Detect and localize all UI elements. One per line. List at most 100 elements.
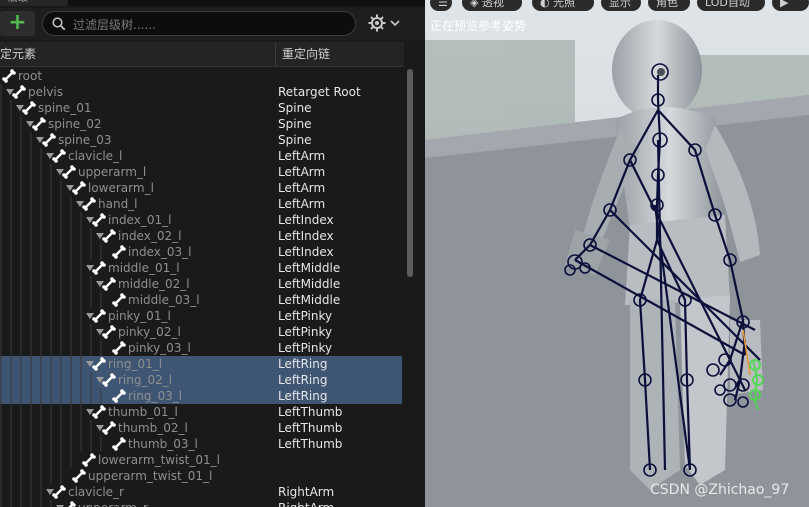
- tree-guide-lines: [0, 404, 82, 420]
- tree-guide-lines: [0, 196, 72, 212]
- tree-row[interactable]: pinky_01_l LeftPinky: [0, 308, 402, 324]
- column-header-element[interactable]: 绑定元素: [0, 42, 276, 66]
- retarget-chain[interactable]: LeftMiddle: [278, 260, 340, 276]
- retarget-chain[interactable]: LeftThumb: [278, 420, 342, 436]
- bone-name: hand_l: [98, 197, 138, 211]
- tree-row[interactable]: index_02_l LeftIndex: [0, 228, 402, 244]
- tree-row[interactable]: thumb_03_l LeftThumb: [0, 436, 402, 452]
- settings-button[interactable]: [368, 13, 404, 35]
- scrollbar-thumb[interactable]: [407, 69, 413, 277]
- viewport-show-button[interactable]: 显示: [601, 0, 641, 11]
- tree-row[interactable]: upperarm_l LeftArm: [0, 164, 402, 180]
- tree-row[interactable]: clavicle_r RightArm: [0, 484, 402, 500]
- retarget-chain[interactable]: LeftMiddle: [278, 292, 340, 308]
- tree-guide-lines: [0, 180, 62, 196]
- retarget-chain[interactable]: LeftIndex: [278, 244, 334, 260]
- retarget-chain[interactable]: Spine: [278, 116, 312, 132]
- retarget-chain[interactable]: RightArm: [278, 484, 334, 500]
- search-input[interactable]: [71, 14, 345, 35]
- tree-guide-lines: [0, 324, 92, 340]
- tree-row[interactable]: spine_03 Spine: [0, 132, 402, 148]
- retarget-chain[interactable]: LeftRing: [278, 372, 327, 388]
- tree-row[interactable]: root: [0, 68, 402, 84]
- bone-icon: [92, 261, 106, 275]
- hierarchy-toolbar: +: [0, 8, 425, 40]
- tree-row[interactable]: middle_01_l LeftMiddle: [0, 260, 402, 276]
- retarget-chain[interactable]: LeftRing: [278, 388, 327, 404]
- tree-row[interactable]: clavicle_l LeftArm: [0, 148, 402, 164]
- tree-guide-lines: [0, 260, 82, 276]
- bone-name: middle_02_l: [118, 277, 190, 291]
- retarget-chain[interactable]: LeftThumb: [278, 404, 342, 420]
- retarget-chain[interactable]: RightArm: [278, 500, 334, 507]
- tab-hierarchy[interactable]: 层级: [0, 0, 68, 6]
- tree-row[interactable]: thumb_01_l LeftThumb: [0, 404, 402, 420]
- tree-row[interactable]: pelvis Retarget Root: [0, 84, 402, 100]
- bone-icon: [32, 117, 46, 131]
- retarget-chain[interactable]: LeftThumb: [278, 436, 342, 452]
- retarget-chain[interactable]: LeftMiddle: [278, 276, 340, 292]
- viewport-play-button[interactable]: ▶: [772, 0, 809, 11]
- retarget-chain[interactable]: Spine: [278, 132, 312, 148]
- tree-row[interactable]: ring_01_l LeftRing: [0, 356, 402, 372]
- tree-scrollbar[interactable]: [405, 67, 415, 507]
- bone-name: thumb_03_l: [128, 437, 198, 451]
- bone-icon: [72, 469, 86, 483]
- bone-icon: [82, 197, 96, 211]
- tree-row[interactable]: index_03_l LeftIndex: [0, 244, 402, 260]
- tree-row[interactable]: lowerarm_twist_01_l: [0, 452, 402, 468]
- tree-row[interactable]: index_01_l LeftIndex: [0, 212, 402, 228]
- bone-name: lowerarm_twist_01_l: [98, 453, 220, 467]
- retarget-chain[interactable]: LeftArm: [278, 196, 325, 212]
- search-icon: [52, 17, 66, 31]
- tree-guide-lines: [0, 436, 102, 452]
- bone-name: thumb_01_l: [108, 405, 178, 419]
- tree-row[interactable]: lowerarm_l LeftArm: [0, 180, 402, 196]
- bone-icon: [72, 181, 86, 195]
- retarget-chain[interactable]: LeftIndex: [278, 212, 334, 228]
- add-button[interactable]: +: [0, 11, 35, 36]
- bone-name: clavicle_r: [68, 485, 124, 499]
- viewport[interactable]: ☰ ◈ 透视 ◐ 光照 显示 角色 LOD自动 ▶ 正在预览参考姿势 CSDN …: [425, 0, 809, 507]
- search-box[interactable]: [42, 11, 356, 36]
- bone-name: pinky_01_l: [108, 309, 171, 323]
- viewport-perspective-button[interactable]: ◈ 透视: [462, 0, 522, 11]
- show-label: 显示: [609, 0, 631, 9]
- bone-name: index_02_l: [118, 229, 182, 243]
- tree-row[interactable]: spine_01 Spine: [0, 100, 402, 116]
- bone-icon: [112, 341, 126, 355]
- tree-row[interactable]: thumb_02_l LeftThumb: [0, 420, 402, 436]
- bone-name: ring_03_l: [128, 389, 183, 403]
- tree-row[interactable]: upperarm_r RightArm: [0, 500, 402, 507]
- retarget-chain[interactable]: LeftPinky: [278, 324, 332, 340]
- retarget-chain[interactable]: LeftIndex: [278, 228, 334, 244]
- viewport-lighting-button[interactable]: ◐ 光照: [532, 0, 594, 11]
- column-header-chain[interactable]: 重定向链: [282, 42, 330, 66]
- bone-icon: [102, 421, 116, 435]
- column-header: 绑定元素 重定向链: [0, 42, 404, 67]
- retarget-chain[interactable]: LeftRing: [278, 356, 327, 372]
- viewport-lod-button[interactable]: LOD自动: [697, 0, 765, 11]
- retarget-chain[interactable]: LeftArm: [278, 148, 325, 164]
- retarget-chain[interactable]: LeftArm: [278, 164, 325, 180]
- chevron-down-icon: [390, 20, 400, 27]
- bone-icon: [112, 437, 126, 451]
- tree-row[interactable]: upperarm_twist_01_l: [0, 468, 402, 484]
- viewport-character-button[interactable]: 角色: [648, 0, 690, 11]
- tree-row[interactable]: pinky_02_l LeftPinky: [0, 324, 402, 340]
- tree-row[interactable]: middle_02_l LeftMiddle: [0, 276, 402, 292]
- gear-icon: [368, 14, 386, 32]
- tree-row[interactable]: spine_02 Spine: [0, 116, 402, 132]
- tree-row[interactable]: middle_03_l LeftMiddle: [0, 292, 402, 308]
- tree-row[interactable]: hand_l LeftArm: [0, 196, 402, 212]
- watermark: CSDN @Zhichao_97: [650, 482, 790, 498]
- tree-row[interactable]: pinky_03_l LeftPinky: [0, 340, 402, 356]
- tree-guide-lines: [0, 420, 92, 436]
- retarget-chain[interactable]: LeftPinky: [278, 340, 332, 356]
- retarget-chain[interactable]: LeftPinky: [278, 308, 332, 324]
- retarget-chain[interactable]: Spine: [278, 100, 312, 116]
- retarget-chain[interactable]: LeftArm: [278, 180, 325, 196]
- retarget-chain[interactable]: Retarget Root: [278, 84, 361, 100]
- tree-row[interactable]: ring_02_l LeftRing: [0, 372, 402, 388]
- tree-row[interactable]: ring_03_l LeftRing: [0, 388, 402, 404]
